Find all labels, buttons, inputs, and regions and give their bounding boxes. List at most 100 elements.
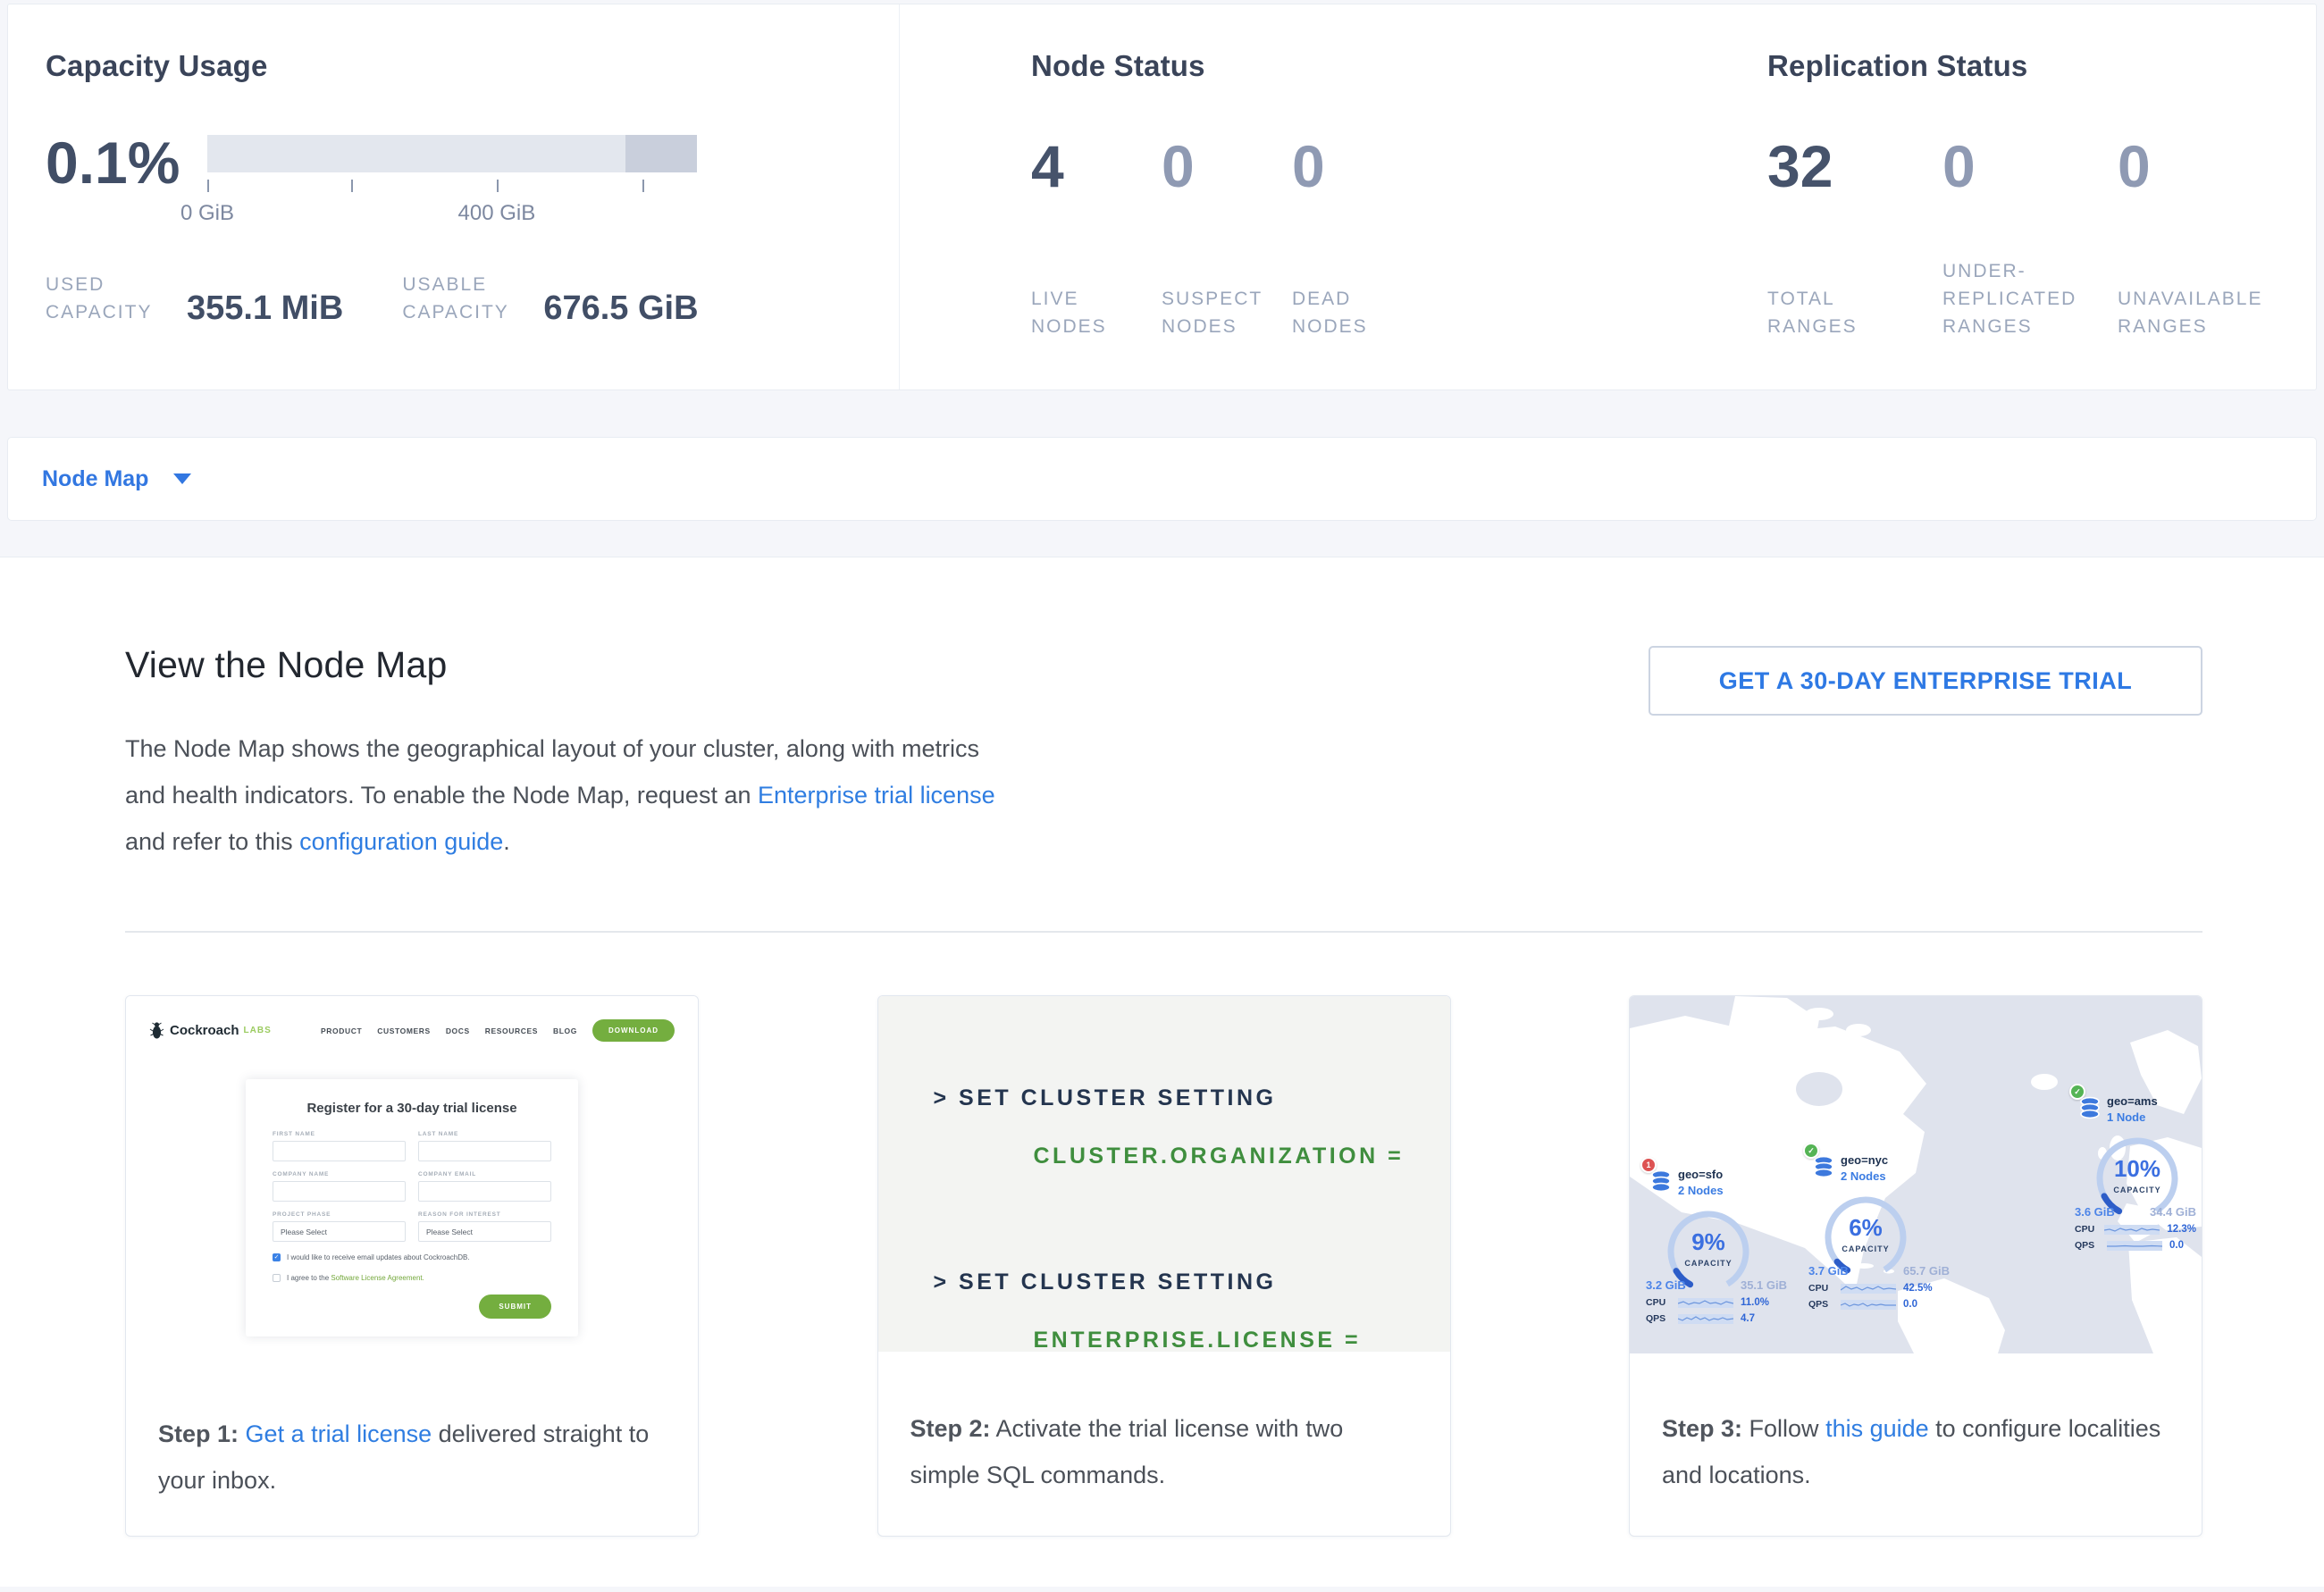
- node-map-dropdown[interactable]: Node Map: [7, 437, 2317, 521]
- dead-nodes-label: DEAD NODES: [1292, 285, 1422, 340]
- checkbox-empty-icon: [273, 1274, 281, 1282]
- node-map-enterprise-panel: View the Node Map The Node Map shows the…: [0, 557, 2324, 1587]
- axis-tick: [207, 180, 209, 192]
- qps-sparkline: [2107, 1241, 2162, 1251]
- cockroach-icon: [149, 1021, 164, 1040]
- axis-tick-label: 0 GiB: [180, 201, 234, 226]
- qps-label: QPS: [2075, 1240, 2107, 1251]
- intro-text: and refer to this: [125, 828, 299, 855]
- cpu-value: 12.3%: [2167, 1224, 2196, 1235]
- qps-label: QPS: [1808, 1299, 1841, 1310]
- sql-command-2: > SET CLUSTER SETTING: [934, 1269, 1450, 1295]
- capacity-used: 3.6 GiB: [2075, 1205, 2115, 1219]
- node-map-preview: 1 geo=sfo 2 Nodes: [1630, 996, 2202, 1353]
- download-button-image: DOWNLOAD: [592, 1019, 675, 1042]
- axis-tick: [642, 180, 644, 192]
- used-capacity-value: 355.1 MiB: [187, 290, 343, 326]
- cpu-sparkline: [2104, 1225, 2160, 1235]
- replication-status-section: Replication Status 32 TOTAL RANGES 0 UND…: [1690, 4, 2316, 390]
- step3-caption: Step 3: Follow this guide to configure l…: [1630, 1353, 2202, 1498]
- reason-select-image: Please Select: [418, 1221, 551, 1242]
- company-name-label: COMPANY NAME: [273, 1171, 406, 1177]
- nav-customers: CUSTOMERS: [377, 1026, 431, 1035]
- get-enterprise-trial-button[interactable]: GET A 30-DAY ENTERPRISE TRIAL: [1649, 646, 2202, 716]
- step1-card: Cockroach LABS PRODUCT CUSTOMERS DOCS RE…: [125, 995, 699, 1537]
- nav-resources: RESOURCES: [485, 1026, 538, 1035]
- this-guide-link[interactable]: this guide: [1825, 1415, 1929, 1442]
- locality-nodes: 2 Nodes: [1678, 1184, 1787, 1197]
- step1-prefix: Step 1:: [158, 1420, 239, 1447]
- checkbox-checked-icon: ✓: [273, 1253, 281, 1261]
- sql-arg-1: CLUSTER.ORGANIZATION =: [1034, 1144, 1450, 1169]
- axis-tick: [351, 180, 353, 192]
- live-nodes-value: 4: [1031, 137, 1162, 196]
- live-nodes-stat: 4 LIVE NODES: [1031, 137, 1162, 340]
- company-email-field-image: [418, 1181, 551, 1202]
- locality-sfo: 1 geo=sfo 2 Nodes: [1646, 1168, 1787, 1324]
- locality-nodes: 1 Node: [2107, 1110, 2196, 1124]
- usable-capacity-label: USABLE CAPACITY: [402, 271, 529, 326]
- email-updates-text: I would like to receive email updates ab…: [287, 1253, 470, 1262]
- unavailable-ranges-value: 0: [2118, 137, 2293, 196]
- first-name-label: FIRST NAME: [273, 1131, 406, 1137]
- intro-paragraph: The Node Map shows the geographical layo…: [125, 725, 1010, 865]
- locality-ams: ✓ geo=ams 1 Node: [2075, 1094, 2196, 1251]
- get-trial-license-link[interactable]: Get a trial license: [246, 1420, 432, 1447]
- database-icon: [1649, 1169, 1674, 1193]
- under-replicated-ranges-value: 0: [1942, 137, 2118, 196]
- cpu-sparkline: [1841, 1284, 1896, 1294]
- nav-blog: BLOG: [553, 1026, 577, 1035]
- trial-license-form-preview: Register for a 30-day trial license FIRS…: [246, 1079, 578, 1336]
- total-ranges-value: 32: [1767, 137, 1942, 196]
- axis-tick-label: 400 GiB: [458, 201, 536, 226]
- sql-command-1: > SET CLUSTER SETTING: [934, 1085, 1450, 1111]
- qps-sparkline: [1841, 1300, 1896, 1310]
- logo-text: Cockroach: [170, 1023, 239, 1038]
- section-divider: [125, 931, 2202, 933]
- dead-nodes-value: 0: [1292, 137, 1422, 196]
- nav-product: PRODUCT: [321, 1026, 362, 1035]
- capacity-used: 3.7 GiB: [1808, 1264, 1849, 1278]
- step3-pre-text: Follow: [1742, 1415, 1825, 1442]
- locality-nodes: 2 Nodes: [1841, 1169, 1950, 1183]
- capacity-caption: CAPACITY: [1665, 1259, 1751, 1268]
- capacity-bar: 0 GiB 400 GiB: [207, 135, 697, 237]
- company-email-label: COMPANY EMAIL: [418, 1171, 551, 1177]
- capacity-usage-title: Capacity Usage: [46, 49, 899, 83]
- email-updates-checkbox-row: ✓ I would like to receive email updates …: [273, 1253, 551, 1262]
- total-ranges-stat: 32 TOTAL RANGES: [1767, 137, 1942, 340]
- live-nodes-label: LIVE NODES: [1031, 285, 1162, 340]
- cpu-sparkline: [1678, 1298, 1733, 1308]
- capacity-axis: 0 GiB 400 GiB: [207, 172, 697, 237]
- license-agreement-checkbox-row: I agree to the Software License Agreemen…: [273, 1273, 551, 1283]
- axis-tick: [497, 180, 499, 192]
- enterprise-trial-license-link[interactable]: Enterprise trial license: [758, 782, 995, 809]
- step1-caption: Step 1: Get a trial license delivered st…: [126, 1336, 698, 1504]
- nav-docs: DOCS: [446, 1026, 470, 1035]
- unavailable-ranges-stat: 0 UNAVAILABLE RANGES: [2118, 137, 2293, 340]
- locality-name: geo=nyc: [1841, 1153, 1950, 1167]
- capacity-caption: CAPACITY: [2094, 1186, 2180, 1194]
- software-license-agreement-link-image: Software License Agreement.: [331, 1274, 424, 1282]
- step2-card: > SET CLUSTER SETTING CLUSTER.ORGANIZATI…: [877, 995, 1451, 1537]
- step3-prefix: Step 3:: [1662, 1415, 1742, 1442]
- usable-capacity-value: 676.5 GiB: [543, 290, 698, 326]
- qps-value: 0.0: [2169, 1240, 2184, 1251]
- node-map-dropdown-label[interactable]: Node Map: [42, 466, 148, 492]
- page-title: View the Node Map: [125, 644, 1010, 686]
- capacity-percent-value: 10%: [2094, 1155, 2180, 1183]
- submit-button-image: SUBMIT: [479, 1295, 551, 1319]
- step2-caption: Step 2: Activate the trial license with …: [878, 1352, 1450, 1498]
- capacity-percent-value: 9%: [1665, 1228, 1751, 1256]
- database-icon: [2078, 1096, 2103, 1119]
- configuration-guide-link[interactable]: configuration guide: [299, 828, 503, 855]
- locality-nyc: ✓ geo=nyc 2 Nodes: [1808, 1153, 1950, 1310]
- qps-sparkline: [1678, 1314, 1733, 1324]
- chevron-down-icon: [173, 473, 191, 484]
- replication-status-title: Replication Status: [1767, 49, 2316, 83]
- sql-commands-preview: > SET CLUSTER SETTING CLUSTER.ORGANIZATI…: [878, 996, 1450, 1352]
- intro-block: View the Node Map The Node Map shows the…: [125, 644, 1010, 865]
- suspect-nodes-label: SUSPECT NODES: [1162, 285, 1292, 340]
- project-phase-select-image: Please Select: [273, 1221, 406, 1242]
- cockroach-labs-logo: Cockroach LABS: [149, 1021, 272, 1040]
